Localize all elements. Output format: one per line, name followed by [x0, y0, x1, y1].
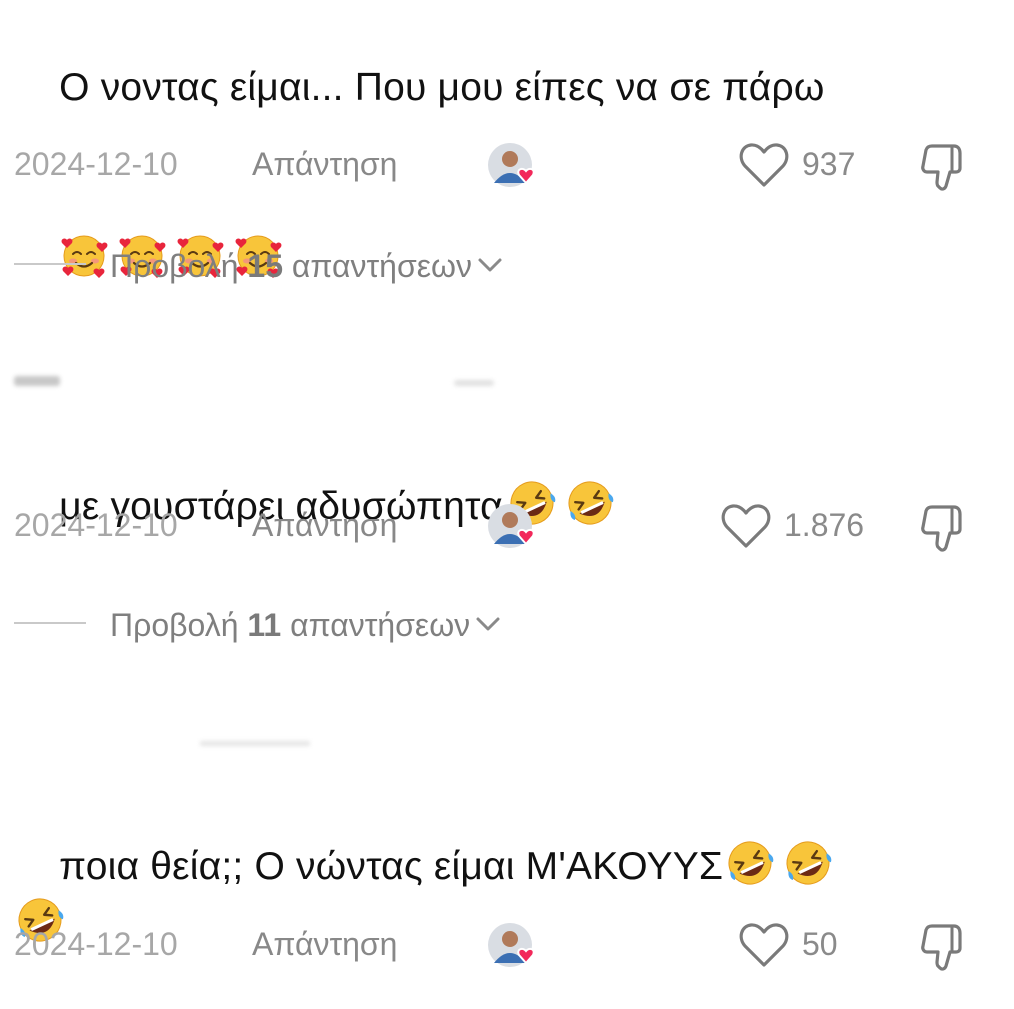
view-replies-count: 11 [247, 607, 282, 643]
comment-text: ποια θεία;; Ο νώντας είμαι Μ'ΑΚΟΥΥΣ [15, 781, 975, 1009]
view-replies-prefix: Προβολή [110, 607, 239, 643]
comment-meta: 2024-12-10 Απάντηση 50 [0, 914, 1014, 974]
comment-date: 2024-12-10 [14, 507, 178, 543]
creator-liked-avatar [486, 502, 542, 554]
reply-button[interactable]: Απάντηση [252, 134, 397, 194]
heart-icon[interactable] [738, 921, 790, 969]
divider-line [14, 263, 86, 265]
view-replies-button[interactable]: Προβολή 15 απαντήσεων [0, 236, 700, 292]
creator-liked-avatar [486, 141, 542, 193]
view-replies-button[interactable]: Προβολή 11 απαντήσεων [0, 595, 700, 651]
divider-line [14, 622, 86, 624]
creator-liked-avatar [486, 921, 542, 973]
heart-icon[interactable] [738, 141, 790, 189]
rolling-on-floor-laughing-icon [783, 838, 833, 888]
creator-avatar-icon [488, 143, 535, 187]
comment-text-body: ποια θεία;; Ο νώντας είμαι Μ'ΑΚΟΥΥΣ [59, 845, 724, 888]
view-replies-prefix: Προβολή [110, 248, 239, 284]
like-count: 937 [802, 146, 856, 182]
like-count: 50 [802, 926, 838, 962]
view-replies-label: Προβολή 15 απαντήσεων [110, 236, 504, 294]
like-count: 1.876 [784, 507, 865, 543]
creator-avatar-icon [488, 923, 535, 967]
view-replies-label: Προβολή 11 απαντήσεων [110, 595, 502, 653]
username-redacted [200, 741, 310, 746]
chevron-down-icon [474, 595, 502, 631]
username-redacted [14, 376, 494, 386]
rolling-on-floor-laughing-icon [725, 838, 775, 888]
chevron-down-icon [476, 236, 504, 272]
comment-meta: 2024-12-10 Απάντηση 937 [0, 134, 1014, 194]
thumbs-down-icon[interactable] [916, 140, 968, 192]
view-replies-count: 15 [247, 248, 283, 284]
view-replies-suffix: απαντήσεων [290, 607, 471, 643]
thumbs-down-icon[interactable] [916, 920, 968, 972]
comment-meta: 2024-12-10 Απάντηση 1.876 [0, 495, 1014, 555]
view-replies-suffix: απαντήσεων [291, 248, 472, 284]
thumbs-down-icon[interactable] [916, 501, 968, 553]
reply-button[interactable]: Απάντηση [252, 914, 397, 974]
comment-date: 2024-12-10 [14, 146, 178, 182]
creator-avatar-icon [488, 504, 535, 548]
comment-text-body: Ο νοντας είμαι... Που μου είπες να σε πά… [59, 66, 825, 109]
comment-date: 2024-12-10 [14, 926, 178, 962]
reply-button[interactable]: Απάντηση [252, 495, 397, 555]
heart-icon[interactable] [720, 502, 772, 550]
